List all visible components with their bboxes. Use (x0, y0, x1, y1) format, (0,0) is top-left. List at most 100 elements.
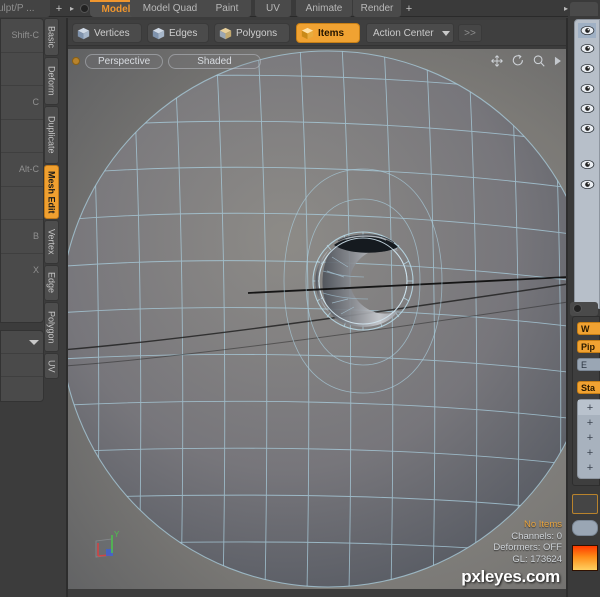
status-deformers: Deformers: OFF (493, 542, 562, 553)
right-button-w-label: W (581, 323, 590, 334)
right-button-pip[interactable]: Pip (577, 340, 600, 353)
visibility-toggle-row[interactable] (578, 81, 596, 96)
layout-scroll-label: ▸ (69, 4, 74, 13)
action-center-dropdown[interactable]: Action Center (366, 23, 454, 43)
expand-toolbar-button[interactable]: >> (458, 24, 482, 42)
play-icon[interactable] (553, 55, 562, 67)
add-row-button[interactable]: + (578, 415, 600, 430)
add-row-button[interactable]: + (578, 430, 600, 445)
visibility-toggle-row[interactable] (578, 121, 596, 136)
right-button-pip-label: Pip (581, 341, 596, 352)
selection-mode-bar: Vertices Edges Polygons Items Action Cen… (68, 20, 568, 46)
chevron-down-icon (441, 30, 450, 36)
tab-model-label: Model (101, 4, 131, 15)
right-button-w[interactable]: W (577, 322, 600, 335)
vtab-polygon[interactable]: Polygon (44, 302, 59, 352)
vtab-duplicate-label: Duplicate (46, 116, 57, 154)
watermark: pxleyes.com (461, 567, 560, 586)
vtab-duplicate[interactable]: Duplicate (44, 106, 59, 164)
vtab-deform[interactable]: Deform (44, 57, 59, 105)
shading-mode-dropdown[interactable]: Shaded (168, 53, 261, 69)
mode-vertices-button[interactable]: Vertices (72, 23, 142, 43)
visibility-toggle-row[interactable] (578, 101, 596, 116)
shortcut-row[interactable]: Alt-C (1, 153, 43, 187)
mode-edges-label: Edges (169, 27, 198, 39)
left-lower-row[interactable] (1, 377, 43, 400)
mode-edges-button[interactable]: Edges (147, 23, 209, 43)
add-layout-button[interactable]: + (52, 1, 66, 16)
shortcut-label: X (32, 265, 39, 276)
eye-icon (580, 83, 594, 94)
tab-animate[interactable]: Animate (296, 0, 352, 17)
tab-uv[interactable]: UV (255, 0, 291, 17)
shortcut-label: Shift-C (11, 30, 39, 41)
status-channels: Channels: 0 (511, 530, 562, 542)
right-panel-divider-cap (570, 302, 598, 316)
eye-icon (580, 159, 594, 170)
tab-animate-label: Animate (305, 3, 343, 14)
left-divider (66, 18, 68, 597)
mode-items-button[interactable]: Items (296, 23, 360, 43)
tool-category-strip: Basic Deform Duplicate Mesh Edit Vertex … (44, 18, 59, 379)
visibility-toggle-row[interactable] (578, 23, 596, 38)
add-row-button[interactable]: + (578, 460, 600, 475)
viewport-3d[interactable]: Perspective Shaded No Items Channels: 0 … (68, 49, 568, 589)
vtab-polygon-label: Polygon (46, 310, 57, 344)
view-mode-dropdown[interactable]: Perspective (85, 53, 164, 69)
tab-render[interactable]: Render (353, 0, 401, 17)
mode-polygons-button[interactable]: Polygons (214, 23, 290, 43)
vtab-basic-label: Basic (46, 25, 57, 48)
expand-toolbar-label: >> (464, 27, 476, 39)
axis-gizmo[interactable]: Y (90, 527, 130, 567)
vtab-vertex[interactable]: Vertex (44, 220, 59, 264)
shortcut-row[interactable]: C (1, 86, 43, 120)
right-pill-button[interactable] (572, 520, 598, 536)
left-lower-row-dropdown[interactable] (1, 331, 43, 354)
shortcut-row[interactable]: X (1, 254, 43, 288)
layout-scroll-right-button[interactable]: ▸ (66, 2, 78, 15)
visibility-toggle-row[interactable] (578, 61, 596, 76)
tab-paint[interactable]: Paint (203, 0, 251, 17)
shortcut-row[interactable]: Shift-C (1, 19, 43, 53)
viewport-menu-dot[interactable] (72, 57, 80, 65)
eye-icon (580, 63, 594, 74)
shortcut-row[interactable]: B (1, 220, 43, 254)
layout-menu-dot[interactable] (80, 4, 89, 13)
left-lower-row[interactable] (1, 354, 43, 377)
chevron-down-icon (29, 340, 39, 345)
plus-icon: + (586, 446, 594, 459)
vtab-edge[interactable]: Edge (44, 265, 59, 301)
viewport-status-overlay: No Items Channels: 0 Deformers: OFF GL: … (493, 519, 562, 565)
right-panel-menu-dot[interactable] (573, 304, 582, 313)
layout-tab-label: ulpt/P ... (0, 3, 35, 14)
zoom-icon[interactable] (532, 54, 546, 68)
vtab-mesh-edit[interactable]: Mesh Edit (44, 165, 59, 219)
gradient-swatch[interactable] (572, 545, 598, 571)
right-button-e[interactable]: E (577, 358, 600, 371)
modo-application-window: ulpt/P ... + ▸ Model Model Quad Paint UV… (0, 0, 600, 597)
add-tab-button[interactable]: + (402, 1, 416, 16)
shortcut-row[interactable] (1, 120, 43, 153)
shortcut-row[interactable] (1, 187, 43, 220)
add-row-button[interactable]: + (578, 445, 600, 460)
vtab-uv-label: UV (46, 359, 57, 373)
move-icon[interactable] (490, 54, 504, 68)
visibility-toggle-row[interactable] (578, 41, 596, 56)
visibility-toggle-row[interactable] (578, 157, 596, 172)
visibility-toggle-row[interactable] (578, 177, 596, 192)
mode-polygons-label: Polygons (236, 27, 278, 39)
shortcut-label: B (32, 231, 39, 242)
cube-icon (219, 27, 232, 39)
layout-tab[interactable]: ulpt/P ... (0, 0, 50, 17)
right-divider (566, 18, 568, 597)
vtab-basic[interactable]: Basic (44, 18, 59, 56)
color-swatch-slot[interactable] (572, 494, 598, 514)
tab-model-quad[interactable]: Model Quad (130, 0, 210, 17)
right-button-sta[interactable]: Sta (577, 381, 600, 394)
vtab-uv[interactable]: UV (44, 353, 59, 379)
add-row-button[interactable]: + (578, 400, 600, 415)
vtab-edge-label: Edge (46, 272, 57, 294)
plus-icon: + (586, 401, 594, 414)
rotate-icon[interactable] (511, 54, 525, 68)
shortcut-row[interactable] (1, 53, 43, 86)
